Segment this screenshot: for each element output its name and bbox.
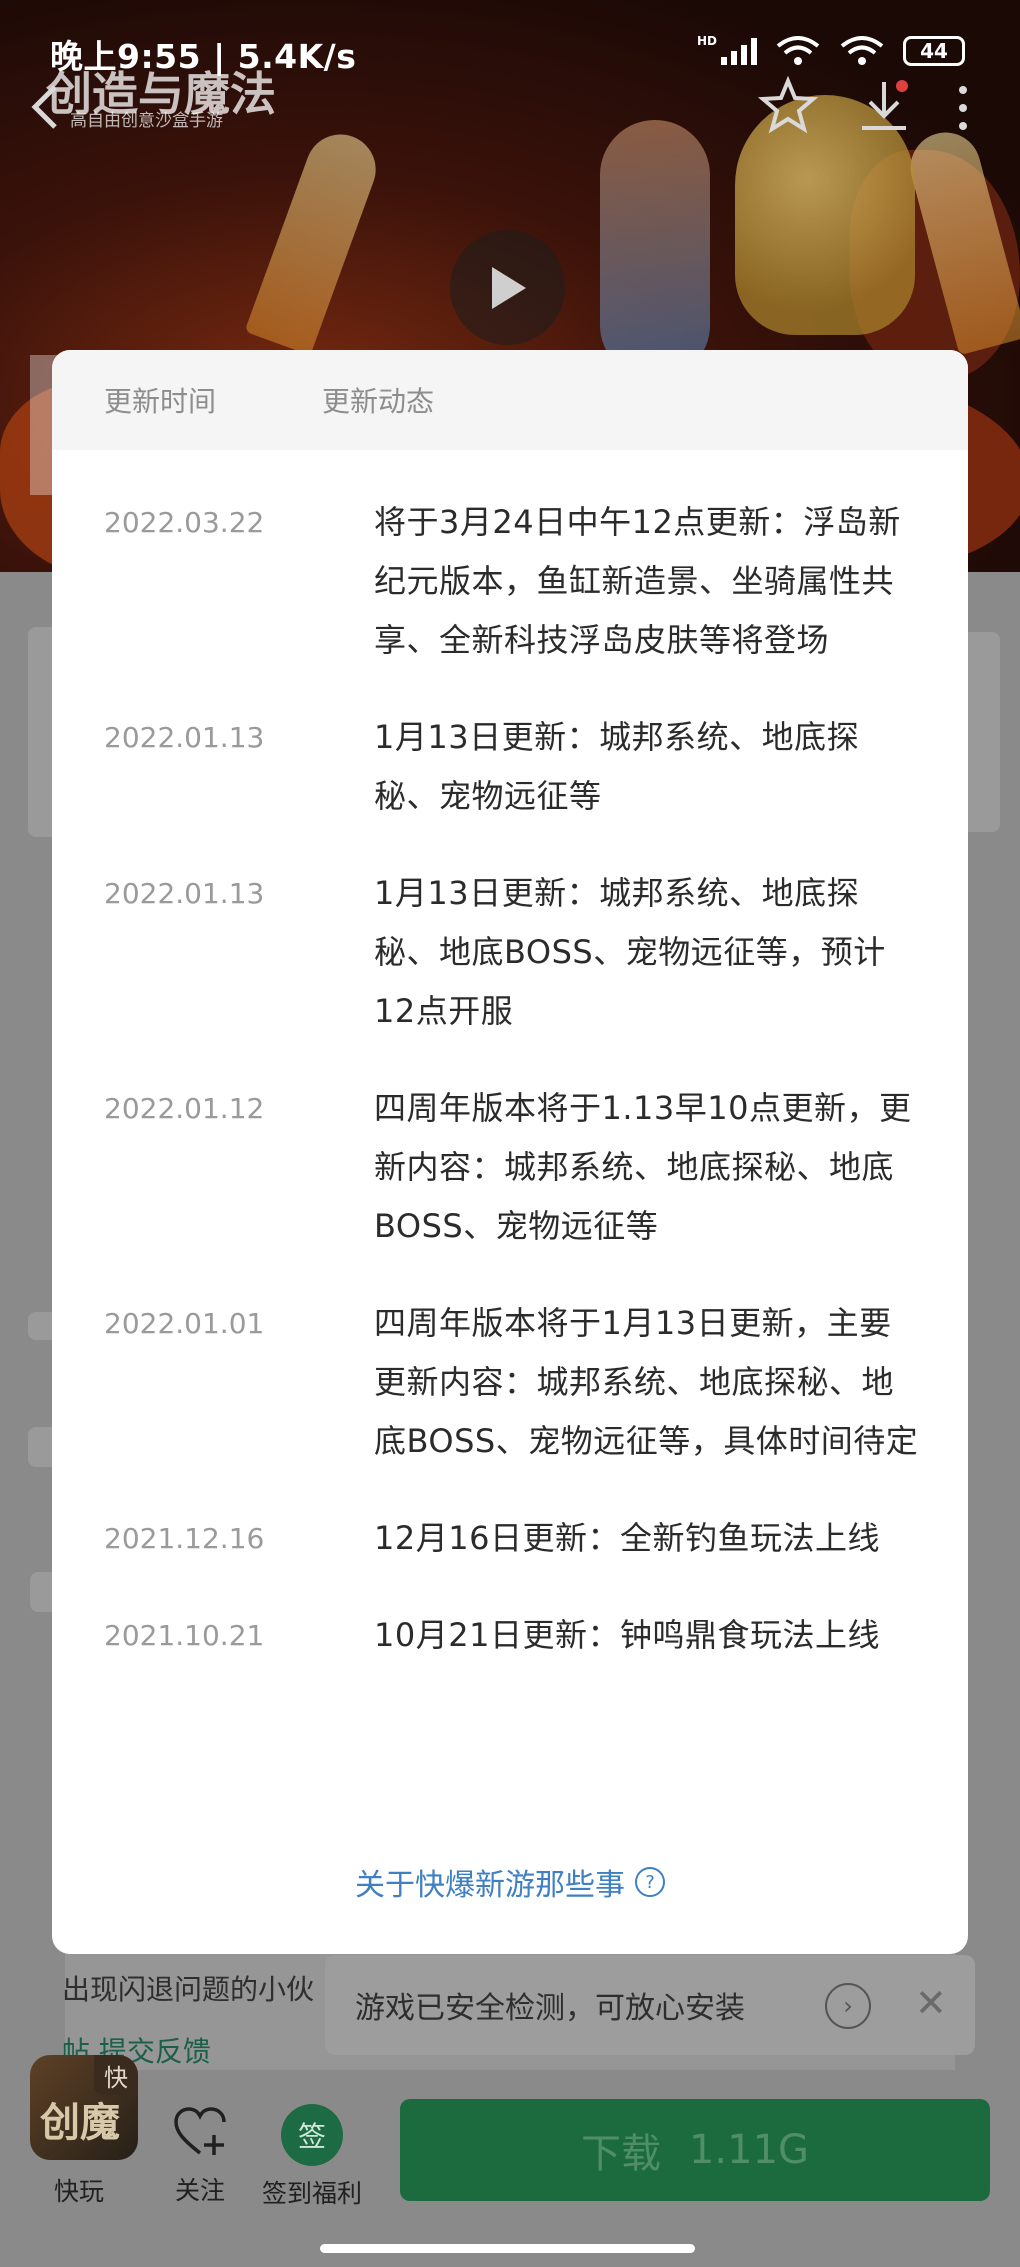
update-text: 1月13日更新：城邦系统、地底探秘、宠物远征等 xyxy=(374,718,860,815)
update-history-dialog: 更新时间 更新动态 2022.03.22 将于3月24日中午12点更新：浮岛新纪元… xyxy=(52,350,968,1954)
hd-badge: HD xyxy=(696,34,717,48)
home-indicator[interactable] xyxy=(320,2244,695,2253)
update-date: 2022.03.22 xyxy=(104,506,265,539)
update-row: 2022.03.22 将于3月24日中午12点更新：浮岛新纪元版本，鱼缸新造景、坐… xyxy=(52,493,968,708)
download-manager-icon[interactable] xyxy=(856,78,912,134)
app-icon[interactable]: 快 创魔 xyxy=(30,2055,138,2160)
about-link[interactable]: 关于快爆新游那些事 ? xyxy=(52,1860,968,1904)
update-text: 1月13日更新：城邦系统、地底探秘、地底BOSS、宠物远征等，预计12点开服 xyxy=(374,874,886,1030)
heart-plus-icon xyxy=(174,2107,226,2155)
security-notice-text: 游戏已安全检测，可放心安装 xyxy=(355,1991,745,2026)
update-date: 2022.01.13 xyxy=(104,721,265,754)
battery-level: 44 xyxy=(920,39,948,63)
notice-close-icon[interactable]: ✕ xyxy=(915,1981,947,2025)
update-text: 12月16日更新：全新钓鱼玩法上线 xyxy=(374,1519,880,1557)
update-text: 四周年版本将于1月13日更新，主要更新内容：城邦系统、地底探秘、地底BOSS、宠… xyxy=(374,1304,919,1460)
back-arrow-icon[interactable] xyxy=(25,82,65,132)
update-date: 2021.10.21 xyxy=(104,1619,265,1652)
notice-arrow-icon[interactable]: › xyxy=(825,1983,871,2029)
play-icon xyxy=(491,266,526,309)
app-icon-text: 创魔 xyxy=(40,2100,120,2146)
more-options-icon[interactable] xyxy=(956,85,970,131)
follow-label: 关注 xyxy=(174,2176,225,2205)
update-date: 2022.01.13 xyxy=(104,877,265,910)
hero-character xyxy=(600,120,710,380)
signal-icon xyxy=(721,37,757,65)
quick-play-label: 快玩 xyxy=(54,2177,105,2206)
update-text: 四周年版本将于1.13早10点更新，更新内容：城邦系统、地底探秘、地底BOSS、… xyxy=(374,1089,912,1245)
update-row: 2022.01.13 1月13日更新：城邦系统、地底探秘、宠物远征等 xyxy=(52,708,968,864)
sign-in-icon: 签 xyxy=(281,2104,343,2166)
wifi-secondary-icon xyxy=(840,36,884,65)
update-row: 2021.12.16 12月16日更新：全新钓鱼玩法上线 xyxy=(52,1509,968,1606)
update-row: 2022.01.12 四周年版本将于1.13早10点更新，更新内容：城邦系统、地底… xyxy=(52,1079,968,1294)
update-date: 2021.12.16 xyxy=(104,1522,265,1555)
wifi-icon xyxy=(776,36,820,65)
security-notice[interactable]: 游戏已安全检测，可放心安装 › ✕ xyxy=(325,1955,975,2055)
download-label: 下载 xyxy=(580,2131,661,2177)
sign-in-label: 签到福利 xyxy=(262,2179,363,2208)
column-header-time: 更新时间 xyxy=(104,385,217,418)
quick-play-badge: 快 xyxy=(94,2055,138,2095)
download-button[interactable]: 下载 1.11G xyxy=(400,2099,990,2201)
update-text: 10月21日更新：钟鸣鼎食玩法上线 xyxy=(374,1616,880,1654)
update-row: 2021.10.21 10月21日更新：钟鸣鼎食玩法上线 xyxy=(52,1606,968,1703)
favorite-star-icon[interactable] xyxy=(758,76,818,136)
sign-in-glyph: 签 xyxy=(297,2120,326,2153)
about-link-text: 关于快爆新游那些事 xyxy=(355,1868,625,1903)
update-date: 2022.01.12 xyxy=(104,1092,265,1125)
dialog-header: 更新时间 更新动态 xyxy=(52,350,968,450)
update-row: 2022.01.01 四周年版本将于1月13日更新，主要更新内容：城邦系统、地底探… xyxy=(52,1294,968,1509)
crash-hint-text: 出现闪退问题的小伙 xyxy=(62,1973,315,2006)
download-size: 1.11G xyxy=(688,2127,810,2173)
update-list: 2022.03.22 将于3月24日中午12点更新：浮岛新纪元版本，鱼缸新造景、坐… xyxy=(52,450,968,1703)
update-text: 将于3月24日中午12点更新：浮岛新纪元版本，鱼缸新造景、坐骑属性共享、全新科技… xyxy=(374,503,901,659)
update-date: 2022.01.01 xyxy=(104,1307,265,1340)
video-play-button[interactable] xyxy=(450,230,565,345)
game-tagline: 高自由创意沙盒手游 xyxy=(70,111,223,131)
sign-in-button[interactable]: 签 签到福利 xyxy=(262,2104,362,2210)
question-circle-icon: ? xyxy=(635,1867,665,1897)
follow-button[interactable]: 关注 xyxy=(172,2105,228,2207)
battery-icon: 44 xyxy=(903,36,965,66)
column-header-news: 更新动态 xyxy=(322,385,435,418)
update-row: 2022.01.13 1月13日更新：城邦系统、地底探秘、地底BOSS、宠物远征等… xyxy=(52,864,968,1079)
quick-play-button[interactable]: 快玩 xyxy=(54,2172,104,2208)
